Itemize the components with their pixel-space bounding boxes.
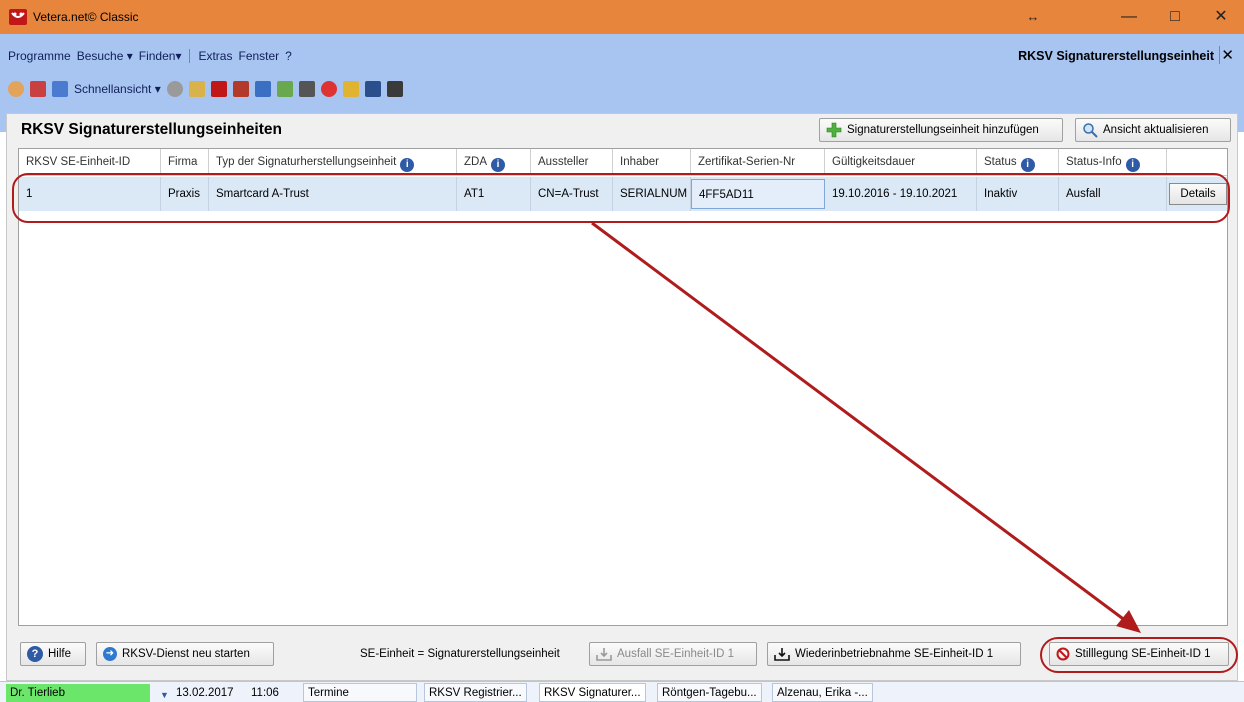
arrow-right-icon: ➜ (103, 647, 117, 661)
restart-service-label: RKSV-Dienst neu starten (122, 648, 250, 660)
col-inhaber[interactable]: Inhaber (613, 149, 691, 176)
tools-icon[interactable] (298, 81, 315, 97)
refresh-view-label: Ansicht aktualisieren (1103, 124, 1209, 136)
tab-termine[interactable]: Termine (303, 683, 417, 702)
pet-icon[interactable] (232, 81, 249, 97)
medicine-icon[interactable] (276, 81, 293, 97)
people-icon[interactable] (8, 81, 24, 97)
tab-rksv-signaturer[interactable]: RKSV Signaturer... (539, 683, 646, 702)
menu-programme[interactable]: Programme (8, 49, 71, 63)
cell-inhaber[interactable]: SERIALNUM (613, 177, 691, 211)
magnifier-icon (1083, 123, 1098, 138)
add-se-label: Signaturerstellungseinheit hinzufügen (847, 124, 1039, 136)
minimize-button[interactable]: — (1106, 0, 1152, 34)
stilllegung-button[interactable]: Stilllegung SE-Einheit-ID 1 (1049, 642, 1229, 666)
rksv-panel: RKSV Signaturerstellungseinheiten Signat… (6, 113, 1238, 681)
tab-roentgen-tagebuch[interactable]: Röntgen-Tagebu... (657, 683, 762, 702)
list-icon[interactable] (52, 81, 68, 97)
resize-icon[interactable]: ↔ (1010, 0, 1056, 34)
card-icon[interactable] (254, 81, 271, 97)
close-button[interactable]: ✕ (1198, 0, 1244, 34)
cell-aussteller[interactable]: CN=A-Trust (531, 177, 613, 211)
col-firma[interactable]: Firma (161, 149, 209, 176)
table-header: RKSV SE-Einheit-ID Firma Typ der Signatu… (19, 149, 1227, 176)
help-label: Hilfe (48, 648, 72, 660)
cell-id[interactable]: 1 (19, 177, 161, 211)
info-icon[interactable]: i (400, 158, 415, 172)
col-id[interactable]: RKSV SE-Einheit-ID (19, 149, 161, 176)
maximize-button[interactable]: □ (1152, 0, 1198, 34)
wiederinbetriebnahme-button[interactable]: Wiederinbetriebnahme SE-Einheit-ID 1 (767, 642, 1021, 666)
ausfall-button[interactable]: Ausfall SE-Einheit-ID 1 (589, 642, 757, 666)
lifebuoy-icon[interactable] (320, 81, 337, 97)
col-typ[interactable]: Typ der Signaturherstellungseinheit i (209, 149, 457, 176)
cell-status[interactable]: Inaktiv (977, 177, 1059, 211)
plus-icon (826, 122, 842, 138)
page-title: RKSV Signaturerstellungseinheiten (21, 121, 282, 138)
restart-service-button[interactable]: ➜ RKSV-Dienst neu starten (96, 642, 274, 666)
cell-status-info[interactable]: Ausfall (1059, 177, 1167, 211)
cell-gueltigkeit[interactable]: 19.10.2016 - 19.10.2021 (825, 177, 977, 211)
details-button[interactable]: Details (1169, 183, 1227, 205)
legend-text: SE-Einheit = Signaturerstellungseinheit (360, 648, 560, 660)
download-tray-icon (596, 648, 612, 661)
col-zda[interactable]: ZDA i (457, 149, 531, 176)
menu-finden[interactable]: Finden▾ (139, 49, 182, 63)
cell-firma[interactable]: Praxis (161, 177, 209, 211)
col-status-info[interactable]: Status-Info i (1059, 149, 1167, 176)
help-button[interactable]: ? Hilfe (20, 642, 86, 666)
col-status[interactable]: Status i (977, 149, 1059, 176)
cell-typ[interactable]: Smartcard A-Trust (209, 177, 457, 211)
download-tray-icon (774, 648, 790, 661)
menu-bar: Programme Besuche ▾ Finden▾ Extras Fenst… (8, 49, 292, 63)
book-icon[interactable] (188, 81, 205, 97)
col-gueltigkeit[interactable]: Gültigkeitsdauer (825, 149, 977, 176)
menu-extras[interactable]: Extras (198, 49, 232, 63)
status-time: 11:06 (251, 687, 279, 699)
table-row[interactable]: 1 Praxis Smartcard A-Trust AT1 CN=A-Trus… (19, 177, 1227, 211)
prohibited-icon (1056, 647, 1070, 661)
tab-alzenau-erika[interactable]: Alzenau, Erika -... (772, 683, 873, 702)
info-icon[interactable]: i (1125, 158, 1140, 172)
cell-serien-nr[interactable]: 4FF5AD11 (691, 179, 825, 209)
menu-besuche[interactable]: Besuche ▾ (77, 49, 133, 63)
printer-icon[interactable] (30, 81, 46, 97)
user-dropdown-icon[interactable]: ▼ (160, 687, 169, 702)
menu-separator (189, 49, 191, 63)
tab-rksv-registrier[interactable]: RKSV Registrier... (424, 683, 527, 702)
close-document-button[interactable]: ✕ (1221, 46, 1234, 64)
status-date: 13.02.2017 (176, 687, 234, 699)
menu-help[interactable]: ? (285, 49, 292, 63)
cell-zda[interactable]: AT1 (457, 177, 531, 211)
refresh-view-button[interactable]: Ansicht aktualisieren (1075, 118, 1231, 142)
schnellansicht-dropdown[interactable]: Schnellansicht ▾ (74, 82, 161, 96)
window-title: Vetera.net© Classic (33, 10, 139, 24)
paw-icon[interactable] (166, 81, 183, 97)
ausfall-label: Ausfall SE-Einheit-ID 1 (617, 648, 734, 660)
stilllegung-label: Stilllegung SE-Einheit-ID 1 (1075, 648, 1211, 660)
lab-icon[interactable] (342, 81, 359, 97)
title-separator (1219, 46, 1220, 64)
info-icon[interactable]: i (1020, 158, 1035, 172)
calculator-icon[interactable] (386, 81, 403, 97)
col-serien-nr[interactable]: Zertifikat-Serien-Nr (691, 149, 825, 176)
document-icon[interactable] (364, 81, 381, 97)
info-icon[interactable]: i (491, 158, 505, 172)
title-bar: Vetera.net© Classic ↔ — □ ✕ (0, 0, 1244, 34)
vetera-icon[interactable] (210, 81, 227, 97)
wiederinbetriebnahme-label: Wiederinbetriebnahme SE-Einheit-ID 1 (795, 648, 994, 660)
col-aussteller[interactable]: Aussteller (531, 149, 613, 176)
vetera-logo-icon (9, 9, 27, 25)
menu-fenster[interactable]: Fenster (238, 49, 279, 63)
current-user[interactable]: Dr. Tierlieb (6, 684, 150, 702)
status-bar: Dr. Tierlieb ▼ 13.02.2017 11:06 Termine … (0, 681, 1244, 702)
se-table: RKSV SE-Einheit-ID Firma Typ der Signatu… (18, 148, 1228, 626)
active-window-title: RKSV Signaturerstellungseinheit (1018, 49, 1214, 63)
add-se-button[interactable]: Signaturerstellungseinheit hinzufügen (819, 118, 1063, 142)
help-icon: ? (27, 646, 43, 662)
toolbar: Schnellansicht ▾ (8, 78, 403, 100)
